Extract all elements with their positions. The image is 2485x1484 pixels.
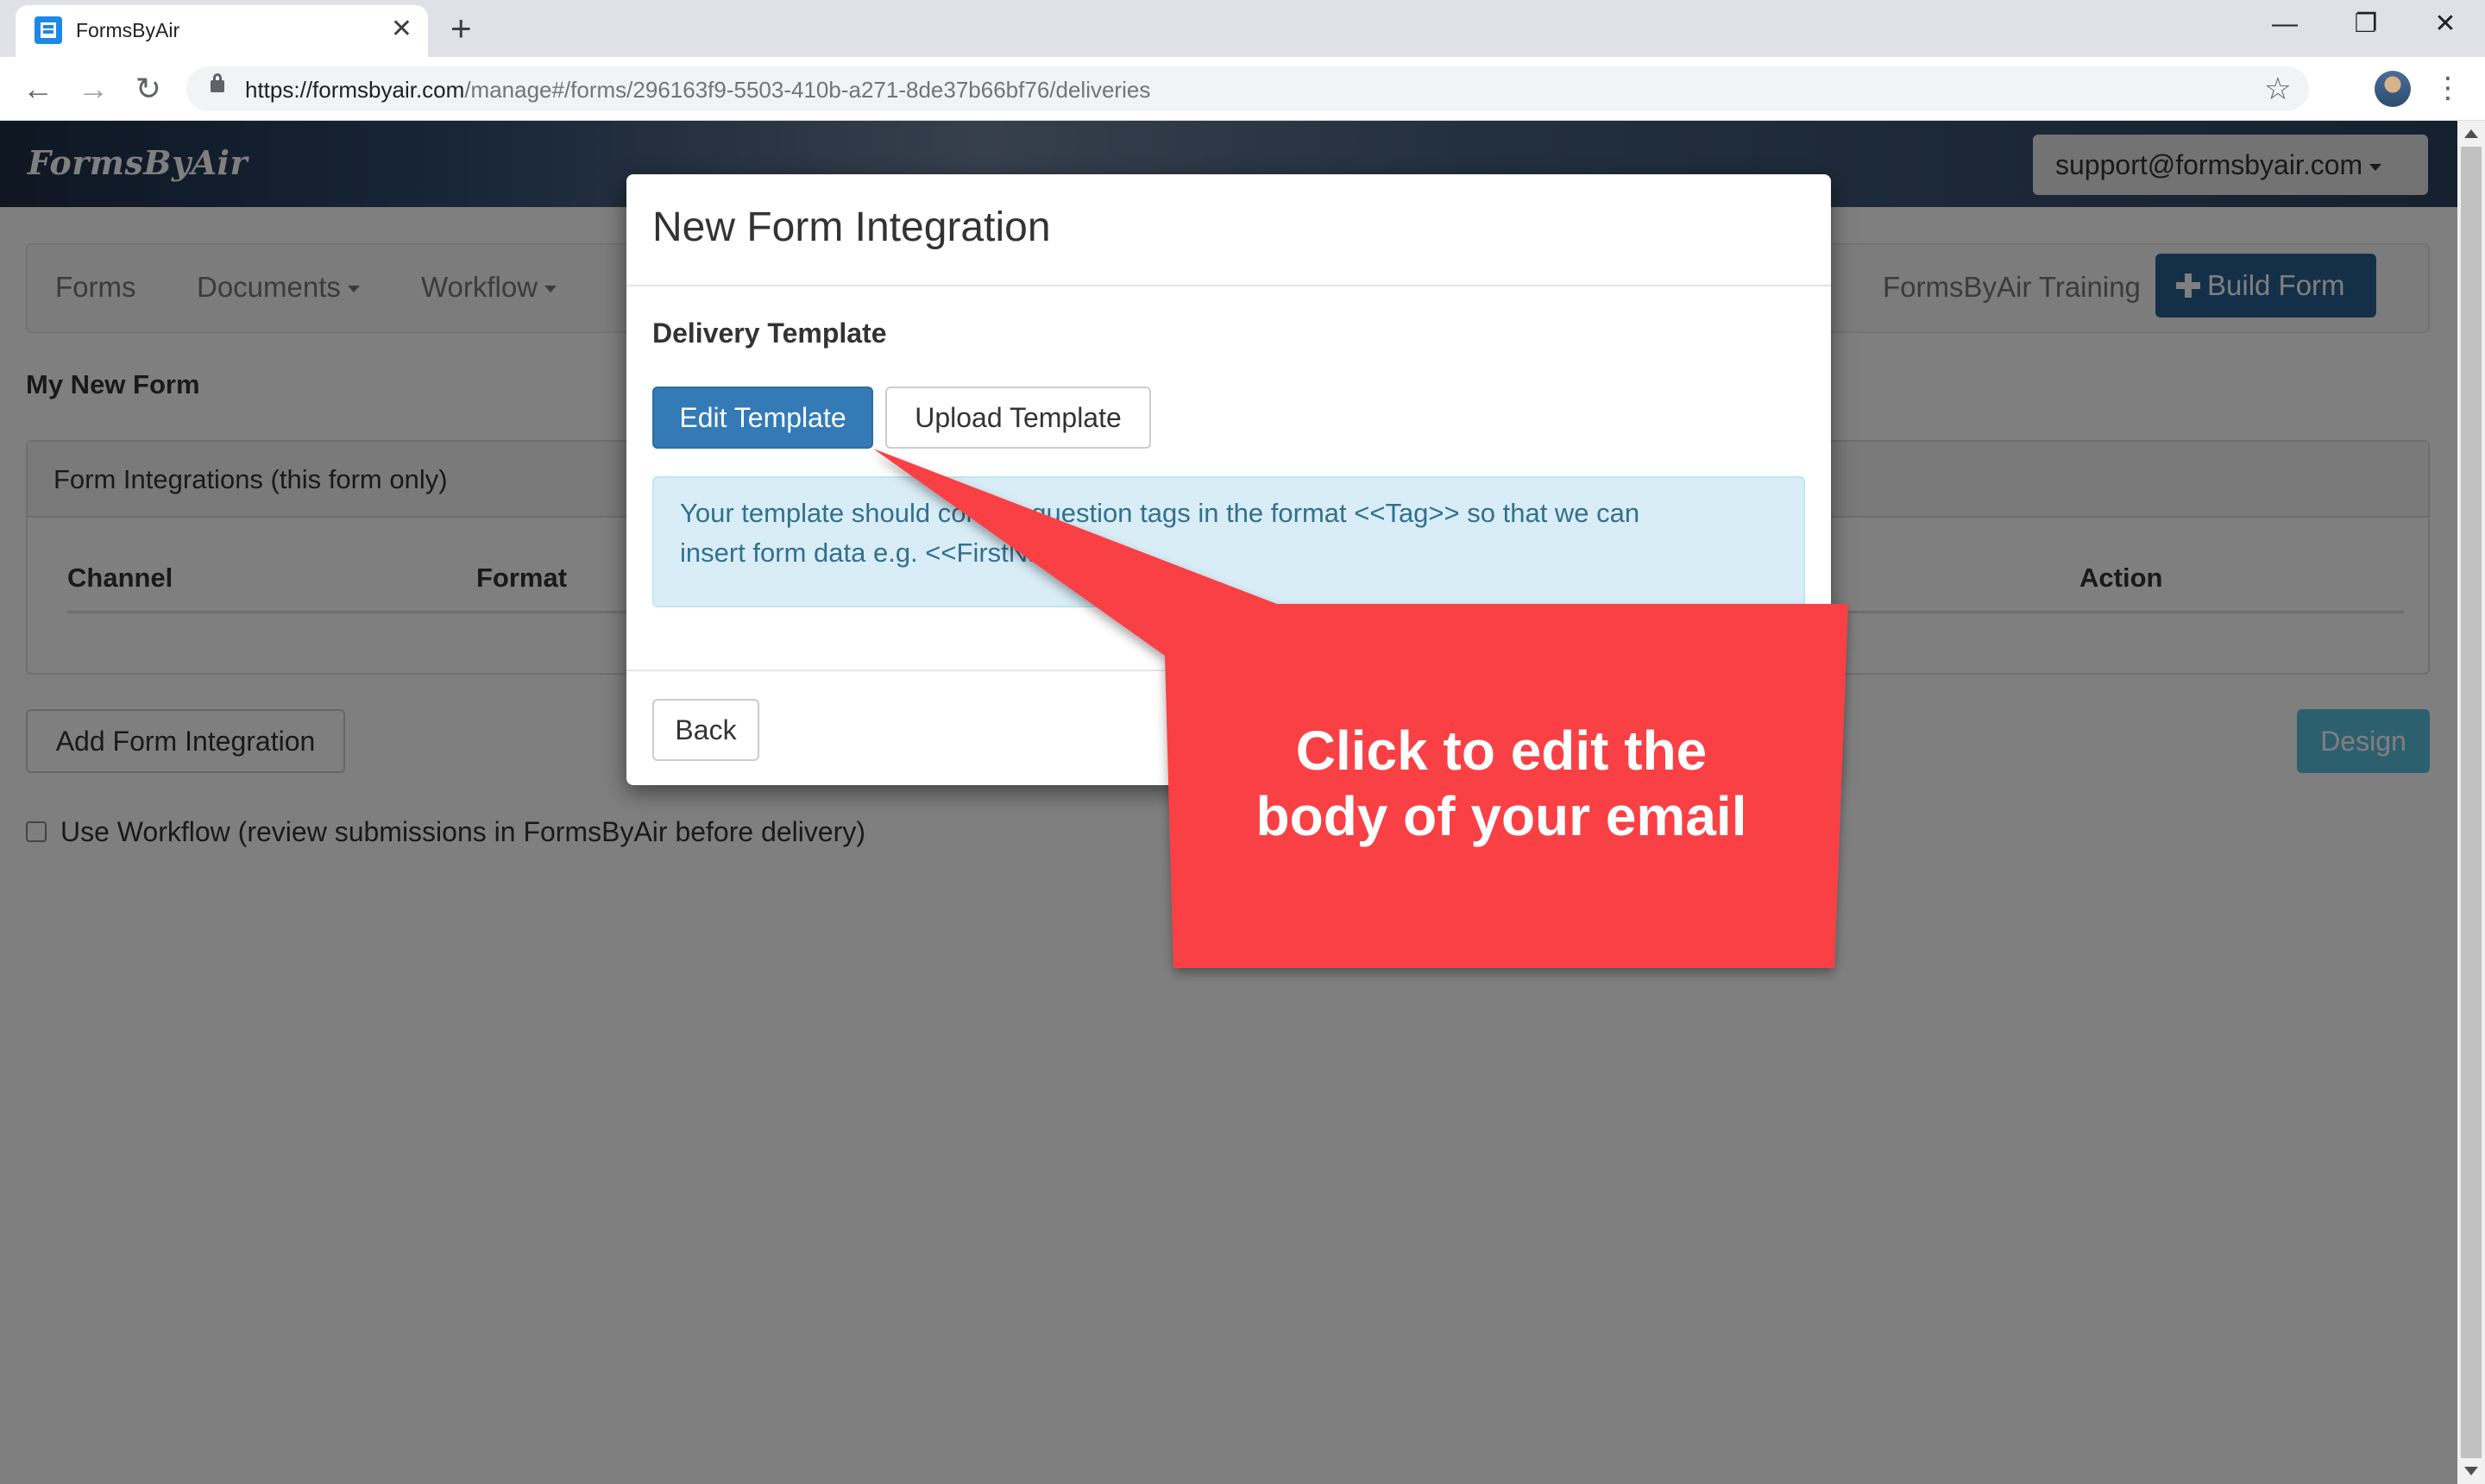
bookmark-star-icon[interactable]: ☆ <box>2264 72 2292 106</box>
url-path: /manage#/forms/296163f9-5503-410b-a271-8… <box>464 77 1151 103</box>
formsbyair-favicon-icon <box>35 16 62 44</box>
browser-tab-strip: FormsByAir ✕ + — ❐ ✕ <box>0 0 2485 57</box>
callout-text: Click to edit the body of your email <box>1173 718 1829 849</box>
browser-tab[interactable]: FormsByAir ✕ <box>16 5 428 57</box>
tab-close-icon[interactable]: ✕ <box>391 14 412 45</box>
alert-line-1: Your template should contain question ta… <box>680 498 1640 528</box>
window-close-icon[interactable]: ✕ <box>2419 5 2471 43</box>
new-form-integration-dialog: New Form Integration Delivery Template E… <box>626 174 1831 785</box>
url-text: https://formsbyair.com/manage#/forms/296… <box>245 77 1150 104</box>
scroll-up-icon[interactable] <box>2464 129 2478 138</box>
scroll-thumb[interactable] <box>2461 147 2482 1458</box>
browser-toolbar: ← → ↻ https://formsbyair.com/manage#/for… <box>0 57 2485 121</box>
lock-icon <box>211 73 224 92</box>
url-host: https://formsbyair.com <box>245 77 465 103</box>
profile-avatar[interactable] <box>2375 71 2411 107</box>
dialog-footer-divider <box>626 670 1831 671</box>
dialog-title: New Form Integration <box>652 204 1051 250</box>
restore-icon[interactable]: ❐ <box>2340 5 2392 43</box>
minimize-icon[interactable]: — <box>2259 5 2311 43</box>
template-info-alert: Your template should contain question ta… <box>652 476 1805 607</box>
browser-menu-icon[interactable]: ⋮ <box>2433 69 2463 107</box>
delivery-template-label: Delivery Template <box>652 318 887 349</box>
address-bar[interactable]: https://formsbyair.com/manage#/forms/296… <box>186 66 2309 111</box>
callout-line-1: Click to edit the <box>1295 720 1708 782</box>
alert-line-2: insert form data e.g. <<FirstName>> <box>680 538 1111 568</box>
new-tab-icon[interactable]: + <box>450 7 472 50</box>
upload-template-button[interactable]: Upload Template <box>885 387 1151 449</box>
page-scrollbar[interactable] <box>2457 121 2485 1484</box>
back-button[interactable]: Back <box>652 699 759 761</box>
scroll-down-icon[interactable] <box>2464 1467 2478 1475</box>
forward-arrow-icon[interactable]: → <box>72 68 114 110</box>
reload-icon[interactable]: ↻ <box>128 68 169 110</box>
back-arrow-icon[interactable]: ← <box>17 68 59 110</box>
edit-template-button[interactable]: Edit Template <box>652 387 873 449</box>
dialog-header-divider <box>626 285 1831 286</box>
callout-line-2: body of your email <box>1255 785 1747 847</box>
tab-title: FormsByAir <box>76 19 180 41</box>
